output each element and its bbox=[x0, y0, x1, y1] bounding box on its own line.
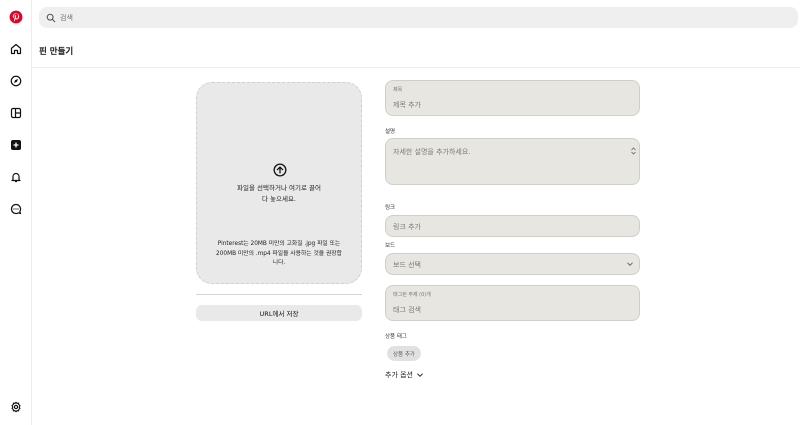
side-nav bbox=[0, 0, 32, 425]
upload-arrow-icon bbox=[273, 163, 287, 177]
create-icon[interactable] bbox=[8, 137, 24, 153]
search-bar[interactable]: 검색 bbox=[39, 7, 798, 28]
title-field-label: 제목 bbox=[393, 87, 403, 93]
add-product-button[interactable]: 상품 추가 bbox=[387, 346, 421, 361]
board-select-value: 보드 선택 bbox=[393, 261, 421, 269]
chevron-down-icon bbox=[627, 262, 633, 266]
product-tags-label: 상품 태그 bbox=[385, 334, 407, 340]
tag-topics-label: 태그된 주제 (0)개 bbox=[393, 292, 431, 298]
page-title: 핀 만들기 bbox=[39, 47, 74, 57]
description-input[interactable]: 자세한 설명을 추가하세요. bbox=[393, 147, 471, 157]
home-icon[interactable] bbox=[8, 41, 24, 57]
board-label: 보드 bbox=[385, 243, 396, 249]
header-divider bbox=[32, 67, 800, 68]
upload-note-line: Pinterest는 20MB 미만의 고화질 .jpg 파일 또는 bbox=[217, 241, 341, 247]
title-input[interactable]: 제목 추가 bbox=[393, 100, 421, 110]
title-field[interactable]: 제목 제목 추가 bbox=[385, 80, 640, 116]
description-label: 설명 bbox=[385, 129, 396, 135]
upload-instructions-line: 다 놓으세요. bbox=[261, 195, 297, 203]
upload-note-line: 200MB 미만의 .mp4 파일을 사용하는 것을 권장합 bbox=[216, 250, 342, 257]
upload-divider bbox=[196, 294, 362, 295]
tag-topics-field[interactable]: 태그된 주제 (0)개 태그 검색 bbox=[385, 285, 640, 321]
link-field[interactable]: 링크 추가 bbox=[385, 215, 640, 237]
more-options-label: 추가 옵션 bbox=[385, 371, 413, 379]
link-input[interactable]: 링크 추가 bbox=[393, 222, 421, 232]
search-icon bbox=[46, 13, 56, 22]
pinterest-logo-icon[interactable] bbox=[8, 9, 24, 25]
explore-icon[interactable] bbox=[8, 73, 24, 89]
chevron-down-icon bbox=[417, 373, 423, 377]
messages-icon[interactable] bbox=[8, 201, 24, 217]
upload-instructions: 파일을 선택하거나 여기로 끌어 다 놓으세요. bbox=[197, 183, 361, 205]
tag-search-input[interactable]: 태그 검색 bbox=[393, 305, 421, 315]
link-label: 링크 bbox=[385, 205, 396, 211]
settings-icon[interactable] bbox=[8, 399, 24, 415]
upload-recommendation: Pinterest는 20MB 미만의 고화질 .jpg 파일 또는 200MB… bbox=[205, 240, 353, 269]
save-from-url-button[interactable]: URL에서 저장 bbox=[196, 305, 362, 321]
upload-note-line: 니다. bbox=[272, 260, 286, 266]
board-icon[interactable] bbox=[8, 105, 24, 121]
board-select[interactable]: 보드 선택 bbox=[385, 253, 640, 275]
more-options-toggle[interactable]: 추가 옵션 bbox=[385, 370, 424, 380]
resize-handle-icon[interactable] bbox=[631, 147, 636, 155]
search-input[interactable]: 검색 bbox=[60, 13, 73, 23]
upload-dropzone[interactable]: 파일을 선택하거나 여기로 끌어 다 놓으세요. Pinterest는 20MB… bbox=[196, 82, 362, 284]
upload-instructions-line: 파일을 선택하거나 여기로 끌어 bbox=[237, 184, 321, 192]
description-field[interactable]: 자세한 설명을 추가하세요. bbox=[385, 138, 640, 185]
notifications-icon[interactable] bbox=[8, 169, 24, 185]
